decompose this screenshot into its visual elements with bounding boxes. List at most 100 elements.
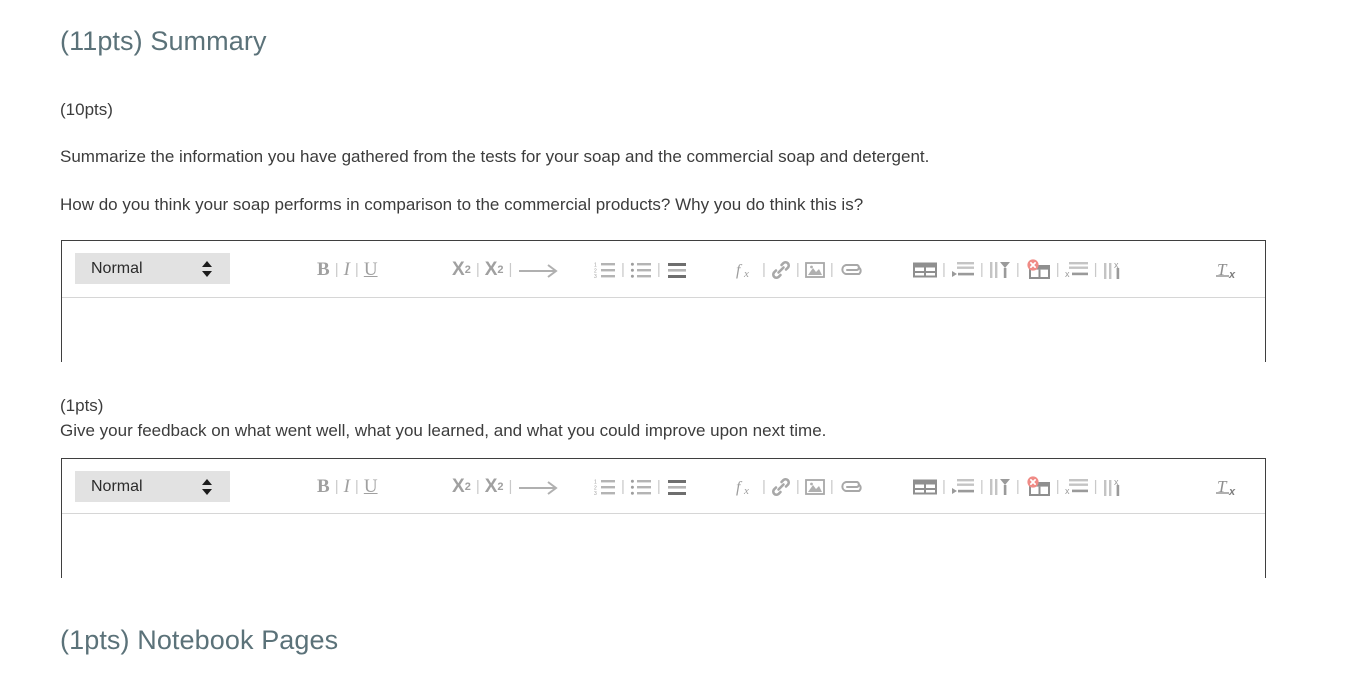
superscript-index: 2: [497, 263, 504, 276]
format-select-value: Normal: [91, 259, 143, 277]
image-icon[interactable]: [804, 478, 825, 496]
svg-text:x: x: [1228, 486, 1236, 498]
divider: |: [1015, 478, 1020, 495]
delete-table-icon[interactable]: [1025, 475, 1051, 498]
link-icon[interactable]: [771, 477, 791, 497]
editor-content-area[interactable]: [62, 298, 1265, 418]
divider: |: [829, 478, 834, 495]
formula-button[interactable]: f x: [735, 476, 757, 498]
align-button[interactable]: [666, 478, 688, 496]
divider: |: [1093, 478, 1098, 495]
divider: |: [1093, 261, 1098, 278]
delete-row-icon[interactable]: x: [1065, 261, 1089, 279]
insert-table-icon[interactable]: [913, 478, 937, 496]
superscript-button[interactable]: X2: [485, 259, 504, 281]
prompt-text-feedback: Give your feedback on what went well, wh…: [60, 421, 827, 440]
divider: |: [656, 261, 661, 278]
svg-text:f: f: [736, 479, 743, 496]
superscript-index: 2: [497, 480, 504, 493]
divider: |: [795, 261, 800, 278]
page-title-summary: (11pts) Summary: [60, 26, 267, 56]
delete-column-icon[interactable]: x: [1103, 260, 1125, 280]
chevron-updown-icon: [202, 260, 212, 278]
divider: |: [354, 478, 359, 495]
divider: |: [979, 261, 984, 278]
bold-button[interactable]: B: [317, 259, 330, 281]
align-button[interactable]: [666, 261, 688, 279]
attachment-icon[interactable]: [839, 261, 863, 279]
rich-text-editor-feedback: Normal B | I | U X2 | X2 | 1 2 3 | | f x…: [61, 458, 1266, 632]
divider: |: [762, 478, 766, 495]
divider: |: [475, 261, 480, 278]
insert-row-icon[interactable]: [951, 261, 975, 279]
divider: |: [621, 478, 625, 495]
divider: |: [1055, 261, 1060, 278]
right-arrow-icon[interactable]: [517, 262, 561, 278]
formula-button[interactable]: f x: [735, 259, 757, 281]
prompt-text-summarize: Summarize the information you have gathe…: [60, 147, 930, 166]
subscript-button[interactable]: X2: [452, 259, 471, 281]
divider: |: [656, 478, 661, 495]
image-icon[interactable]: [804, 261, 825, 279]
divider: |: [829, 261, 834, 278]
attachment-icon[interactable]: [839, 478, 863, 496]
divider: |: [979, 478, 984, 495]
insert-column-icon[interactable]: [989, 261, 1011, 279]
svg-text:x: x: [743, 268, 749, 280]
svg-text:x: x: [743, 485, 749, 497]
divider: |: [475, 478, 480, 495]
delete-column-icon[interactable]: x: [1103, 477, 1125, 497]
format-select-value: Normal: [91, 477, 143, 495]
divider: |: [334, 478, 339, 495]
divider: |: [621, 261, 625, 278]
numbered-list-button[interactable]: 1 2 3: [594, 478, 616, 496]
subscript-button[interactable]: X2: [452, 476, 471, 498]
bullet-list-button[interactable]: [630, 261, 652, 279]
editor-toolbar: Normal B | I | U X2 | X2 | 1 2 3 | | f x…: [62, 459, 1265, 514]
delete-table-icon[interactable]: [1025, 258, 1051, 281]
svg-text:x: x: [1065, 269, 1070, 279]
divider: |: [508, 478, 513, 495]
delete-row-icon[interactable]: x: [1065, 478, 1089, 496]
editor-content-area[interactable]: [62, 514, 1265, 632]
clear-formatting-button[interactable]: T x: [1215, 258, 1241, 282]
underline-button[interactable]: U: [364, 259, 378, 281]
chevron-updown-icon: [202, 478, 212, 496]
editor-toolbar: Normal B | I | U X2 | X2 | 1 2 3 | | f x…: [62, 241, 1265, 298]
divider: |: [508, 261, 513, 278]
superscript-button[interactable]: X2: [485, 476, 504, 498]
numbered-list-button[interactable]: 1 2 3: [594, 261, 616, 279]
format-select[interactable]: Normal: [75, 253, 230, 284]
italic-button[interactable]: I: [344, 476, 350, 498]
points-label-summary: (10pts): [60, 100, 113, 119]
svg-text:3: 3: [594, 491, 597, 496]
right-arrow-icon[interactable]: [517, 479, 561, 495]
link-icon[interactable]: [771, 260, 791, 280]
assignment-page: (11pts) Summary (10pts) Summarize the in…: [0, 0, 1350, 693]
insert-row-icon[interactable]: [951, 478, 975, 496]
insert-column-icon[interactable]: [989, 478, 1011, 496]
italic-button[interactable]: I: [344, 259, 350, 281]
divider: |: [942, 261, 946, 278]
divider: |: [795, 478, 800, 495]
divider: |: [1055, 478, 1060, 495]
svg-text:x: x: [1065, 486, 1070, 496]
format-select[interactable]: Normal: [75, 471, 230, 502]
subscript-index: 2: [464, 480, 471, 493]
divider: |: [942, 478, 946, 495]
bullet-list-button[interactable]: [630, 478, 652, 496]
underline-button[interactable]: U: [364, 476, 378, 498]
divider: |: [354, 261, 359, 278]
clear-formatting-button[interactable]: T x: [1215, 475, 1241, 499]
points-label-feedback: (1pts): [60, 396, 104, 415]
divider: |: [1015, 261, 1020, 278]
divider: |: [762, 261, 766, 278]
divider: |: [334, 261, 339, 278]
prompt-text-comparison: How do you think your soap performs in c…: [60, 195, 864, 214]
svg-text:x: x: [1228, 269, 1236, 281]
rich-text-editor-summary: Normal B | I | U X2 | X2 | 1 2 3 | | f x…: [61, 240, 1266, 418]
subscript-index: 2: [464, 263, 471, 276]
bold-button[interactable]: B: [317, 476, 330, 498]
insert-table-icon[interactable]: [913, 261, 937, 279]
page-title-notebook: (1pts) Notebook Pages: [60, 625, 339, 655]
